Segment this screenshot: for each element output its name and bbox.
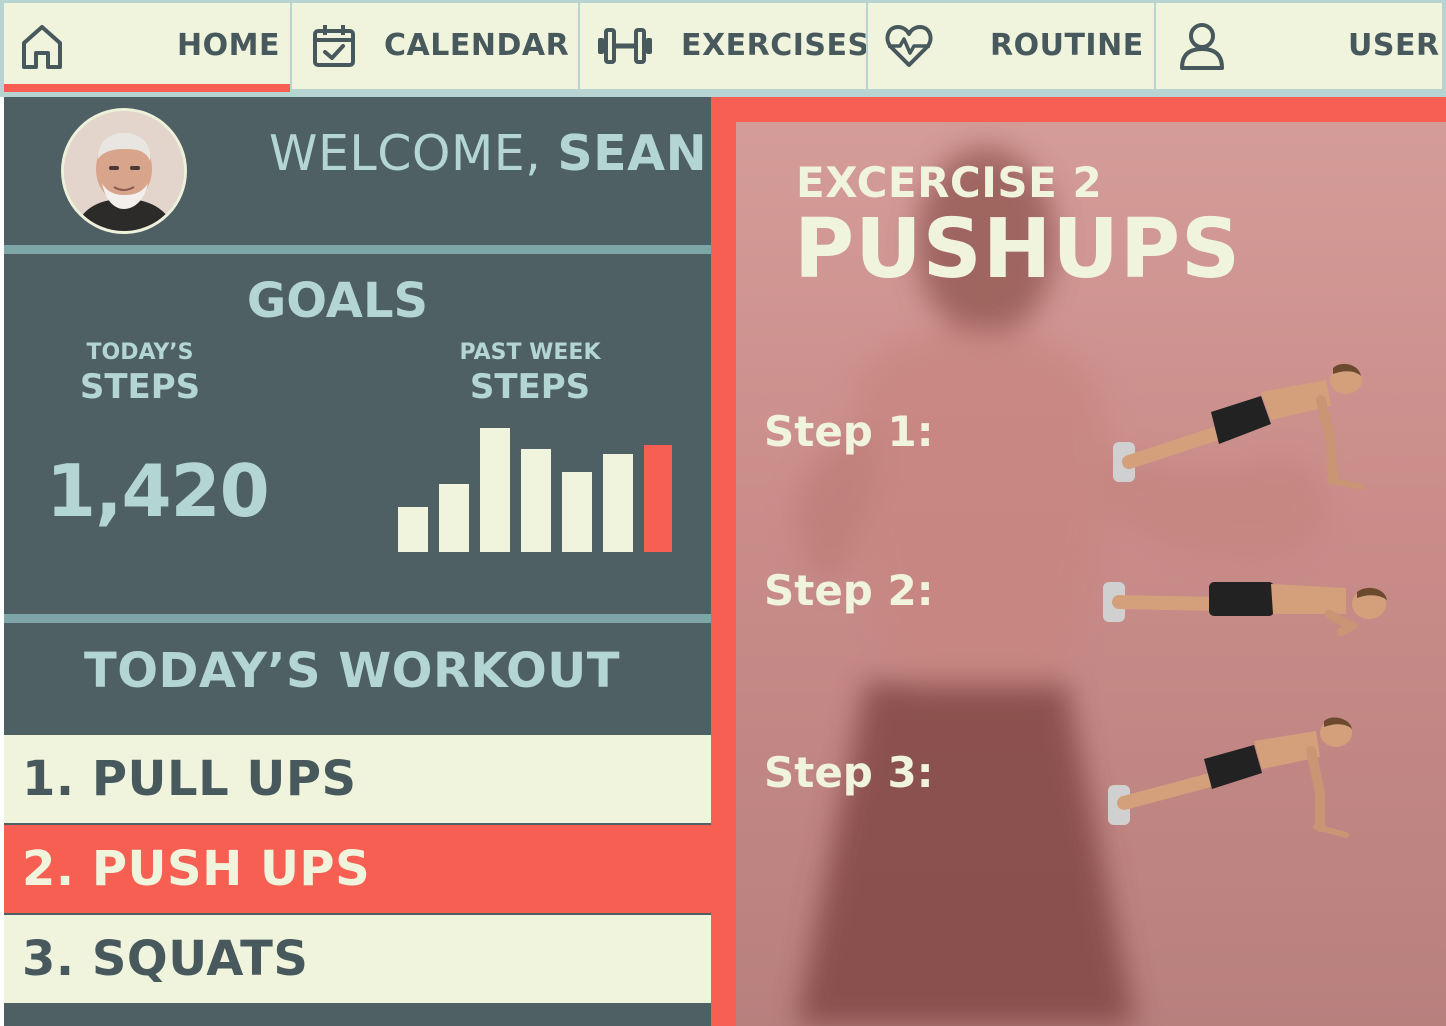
welcome-message: WELCOME, SEAN — [269, 125, 707, 182]
week-steps-label: STEPS — [469, 367, 591, 407]
week-steps-bar-3 — [480, 428, 510, 552]
step-3-label: Step 3: — [764, 748, 934, 797]
step-2-label: Step 2: — [764, 566, 934, 615]
workout-item-pull-ups[interactable]: 1. PULL UPS — [4, 735, 711, 823]
heart-pulse-icon — [884, 3, 934, 89]
tab-exercises[interactable]: EXERCISES — [580, 3, 869, 89]
exercise-number: EXCERCISE 2 — [796, 158, 1103, 207]
week-steps-caption: PAST WEEK — [459, 340, 601, 365]
step-3-pushup-figure — [1108, 717, 1352, 838]
top-nav: HOME CALENDAR EXERCISES ROUTINE USER — [0, 0, 1446, 97]
section-divider — [4, 245, 711, 254]
step-1-label: Step 1: — [764, 407, 934, 456]
tab-calendar[interactable]: CALENDAR — [292, 3, 578, 89]
week-steps-bar-6 — [603, 454, 633, 552]
tab-exercises-label: EXERCISES — [681, 28, 870, 63]
tab-calendar-label: CALENDAR — [384, 28, 570, 63]
dumbbell-icon — [596, 3, 654, 89]
week-steps-bar-5 — [562, 472, 592, 552]
section-divider — [4, 614, 711, 623]
week-steps-bar-1 — [398, 507, 428, 552]
tab-user-label: USER — [1348, 28, 1440, 63]
workout-item-push-ups[interactable]: 2. PUSH UPS — [4, 825, 711, 913]
calendar-check-icon — [312, 3, 356, 89]
exercise-name: PUSHUPS — [794, 202, 1242, 297]
workout-title: TODAY’S WORKOUT — [84, 643, 620, 699]
step-1-pushup-figure — [1113, 363, 1364, 490]
week-steps-bar-2 — [439, 484, 469, 552]
tab-home[interactable]: HOME — [4, 3, 290, 92]
tab-routine-label: ROUTINE — [990, 28, 1144, 63]
today-steps-value: 1,420 — [46, 449, 270, 533]
workout-item-squats[interactable]: 3. SQUATS — [4, 915, 711, 1003]
today-steps-caption: TODAY’S — [86, 340, 194, 365]
tab-routine[interactable]: ROUTINE — [868, 3, 1154, 89]
week-steps-chart — [398, 428, 672, 552]
user-icon — [1178, 3, 1226, 89]
goals-title: GOALS — [246, 273, 429, 329]
exercise-panel: EXCERCISE 2 PUSHUPS Step 1: Step 2: Step… — [711, 97, 1446, 1026]
step-2-pushup-figure — [1103, 582, 1387, 637]
welcome-greeting: WELCOME, — [269, 125, 558, 182]
dashboard-panel: WELCOME, SEAN GOALS TODAY’S STEPS PAST W… — [4, 97, 711, 1026]
avatar[interactable] — [61, 108, 187, 234]
week-steps-bar-7 — [644, 445, 672, 552]
active-tab-indicator — [4, 84, 290, 92]
tab-home-label: HOME — [177, 28, 280, 63]
week-steps-bar-4 — [521, 449, 551, 552]
today-steps-label: STEPS — [79, 367, 201, 407]
user-name: SEAN — [557, 125, 708, 182]
tab-user[interactable]: USER — [1156, 3, 1442, 89]
exercise-background-photo: EXCERCISE 2 PUSHUPS Step 1: Step 2: Step… — [736, 122, 1446, 1026]
home-icon — [20, 3, 64, 89]
